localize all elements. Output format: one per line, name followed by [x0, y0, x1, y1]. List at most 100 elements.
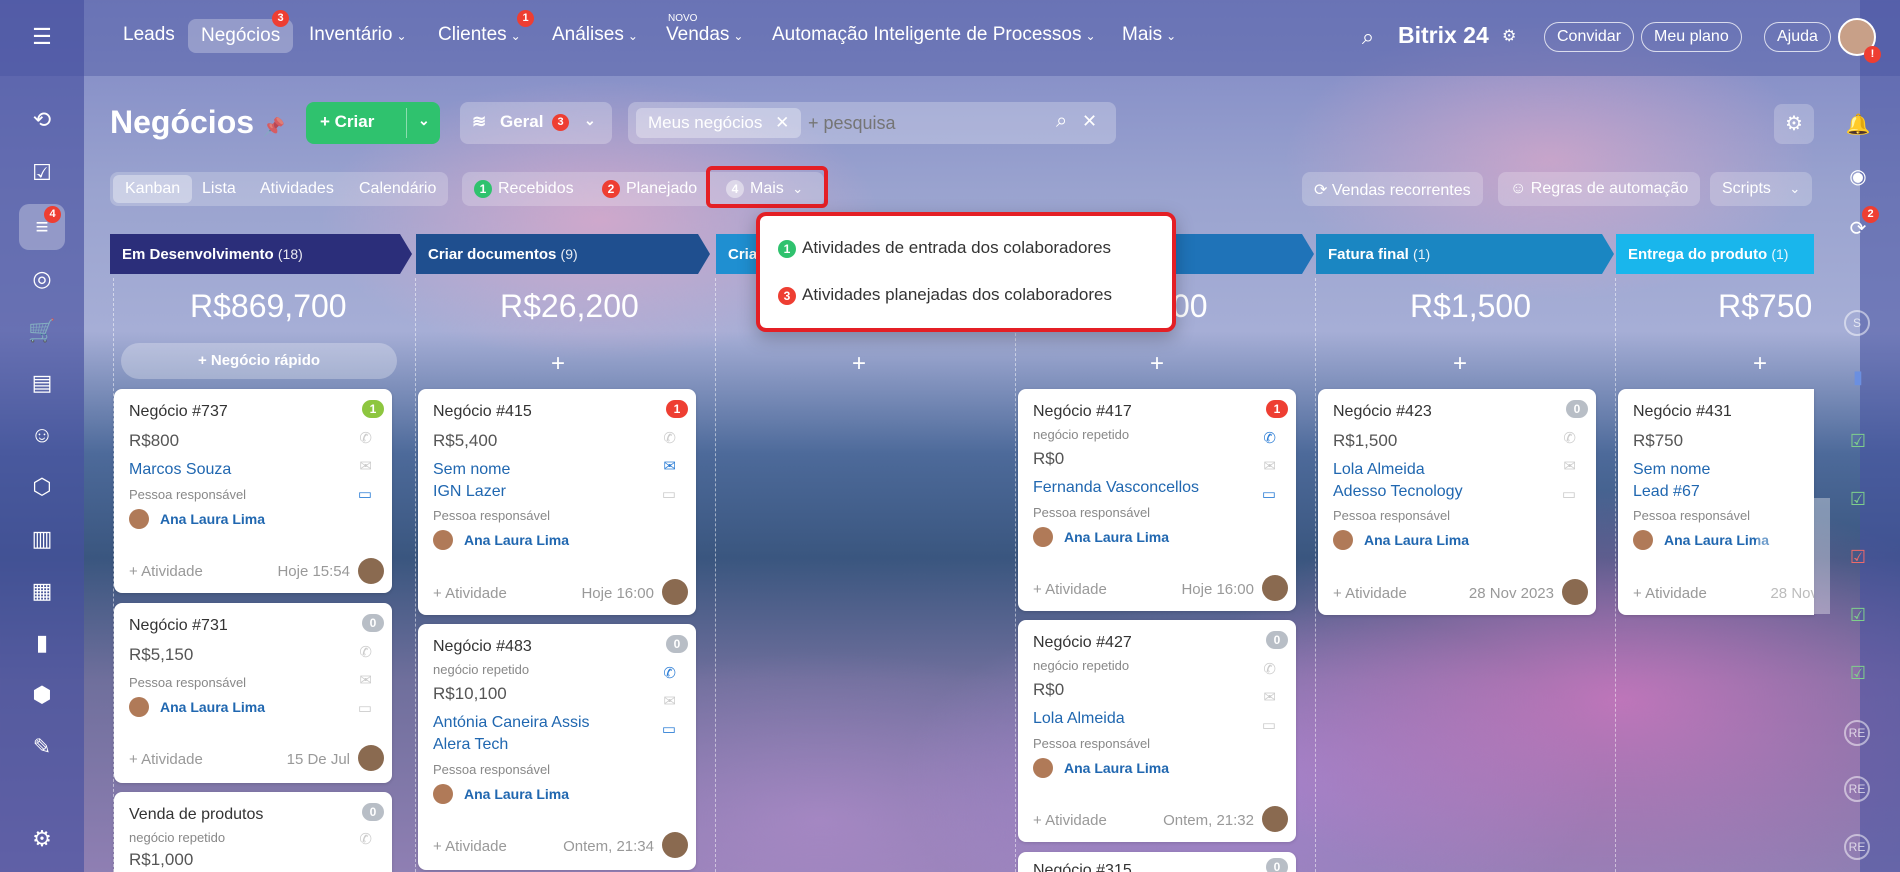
recurring-sales-button[interactable]: ⟳ Vendas recorrentes [1302, 172, 1483, 206]
add-deal-button[interactable]: + [852, 350, 866, 378]
deal-title[interactable]: Negócio #427 [1033, 634, 1132, 652]
contact-link[interactable]: Sem nome [433, 461, 510, 479]
nav-item-vendas[interactable]: Vendas ⌄ [666, 24, 743, 46]
column-header[interactable]: Fatura final (1) [1316, 234, 1614, 274]
nav-item-clientes[interactable]: Clientes ⌄ [438, 24, 521, 46]
company-link[interactable]: Alera Tech [433, 736, 508, 754]
deal-title[interactable]: Negócio #423 [1333, 403, 1432, 421]
avatar[interactable] [358, 745, 384, 771]
responsible-person[interactable]: Ana Laura Lima [1033, 758, 1169, 778]
target-icon[interactable]: ◎ [22, 264, 62, 294]
deal-card[interactable]: Negócio #417 1 negócio repetido R$0 Fern… [1018, 389, 1296, 611]
phone-icon[interactable]: ✆ [663, 429, 676, 447]
hexagon-icon[interactable]: ⬢ [22, 680, 62, 710]
avatar[interactable] [1262, 575, 1288, 601]
chat-icon[interactable]: ▭ [1262, 485, 1276, 503]
task-check-icon[interactable]: ☑ [1838, 426, 1878, 456]
nav-item-inventario[interactable]: Inventário ⌄ [309, 24, 407, 46]
settings-gear-button[interactable]: ⚙ [1774, 104, 1814, 144]
geral-button[interactable]: ≋ Geral 3 ⌄ [460, 102, 612, 144]
phone-icon[interactable]: ✆ [359, 429, 372, 447]
responsible-person[interactable]: Ana Laura Lima [433, 530, 569, 550]
bookmark-icon[interactable]: ▮ [1838, 362, 1878, 392]
spiral-icon[interactable]: ◉ [1838, 162, 1878, 192]
deal-title[interactable]: Venda de produtos [129, 806, 263, 824]
company-link[interactable]: Adesso Tecnology [1333, 483, 1463, 501]
nav-item-automacao[interactable]: Automação Inteligente de Processos ⌄ [772, 24, 1096, 46]
document-icon[interactable]: ✎ [22, 732, 62, 762]
right-avatar[interactable]: S [1844, 310, 1870, 336]
menu-icon[interactable]: ☰ [22, 22, 62, 52]
deal-card[interactable]: Venda de produtos 0 negócio repetido R$1… [114, 792, 392, 872]
mail-icon[interactable]: ✉ [359, 671, 372, 689]
scripts-button[interactable]: Scripts ⌄ [1710, 172, 1813, 206]
add-deal-button[interactable]: + [551, 350, 565, 378]
dropdown-item-incoming[interactable]: 1 Atividades de entrada dos colaboradores [778, 238, 1111, 258]
add-activity-link[interactable]: + Atividade [129, 751, 203, 768]
responsible-person[interactable]: Ana Laura Lima [433, 784, 569, 804]
tab-atividades[interactable]: Atividades [260, 180, 334, 198]
column-header[interactable]: Entrega do produto (1) [1616, 234, 1814, 274]
deal-title[interactable]: Negócio #483 [433, 638, 532, 656]
chat-icon[interactable]: ▭ [358, 699, 372, 717]
right-avatar[interactable]: RE [1844, 776, 1870, 802]
chevron-down-icon[interactable]: ⌄ [418, 112, 430, 129]
phone-icon[interactable]: ✆ [663, 664, 676, 682]
deal-card[interactable]: Negócio #483 0 negócio repetido R$10,100… [418, 624, 696, 870]
automation-rules-button[interactable]: ☺ Regras de automação [1498, 172, 1701, 206]
help-button[interactable]: Ajuda [1764, 22, 1831, 52]
chat-icon[interactable]: ▭ [358, 485, 372, 503]
add-activity-link[interactable]: + Atividade [1033, 581, 1107, 598]
search-icon[interactable]: ⌕ [1056, 110, 1067, 133]
chat-icon[interactable]: ▭ [662, 485, 676, 503]
column-header[interactable]: Criar documentos (9) [416, 234, 710, 274]
card-icon[interactable]: ▤ [22, 368, 62, 398]
task-check-icon[interactable]: ☑ [1838, 658, 1878, 688]
deal-title[interactable]: Negócio #431 [1633, 403, 1732, 421]
quick-deal-button[interactable]: + Negócio rápido [121, 343, 397, 379]
add-activity-link[interactable]: + Atividade [1633, 585, 1707, 602]
cart-icon[interactable]: 🛒 [22, 316, 62, 346]
avatar[interactable] [358, 558, 384, 584]
deal-card[interactable]: Negócio #423 0 R$1,500 Lola Almeida Ades… [1318, 389, 1596, 615]
contact-link[interactable]: Marcos Souza [129, 461, 231, 479]
counter-received[interactable]: 1 Recebidos [474, 180, 574, 198]
flow-icon[interactable]: ⟲ [22, 105, 62, 135]
task-check-icon[interactable]: ☑ [1838, 542, 1878, 572]
search-input[interactable] [808, 113, 1028, 134]
invite-button[interactable]: Convidar [1544, 22, 1635, 52]
phone-icon[interactable]: ✆ [359, 830, 372, 848]
avatar[interactable] [662, 832, 688, 858]
search-bar[interactable]: Meus negócios ✕ ⌕ ✕ [628, 102, 1116, 144]
right-avatar[interactable]: RE [1844, 720, 1870, 746]
nav-item-analises[interactable]: Análises ⌄ [552, 24, 638, 46]
close-icon[interactable]: ✕ [775, 113, 789, 132]
add-activity-link[interactable]: + Atividade [433, 585, 507, 602]
mail-icon[interactable]: ✉ [663, 692, 676, 710]
deal-card[interactable]: Negócio #731 0 R$5,150 Pessoa responsáve… [114, 603, 392, 783]
add-deal-button[interactable]: + [1150, 350, 1164, 378]
filter-chip[interactable]: Meus negócios ✕ [636, 108, 802, 138]
task-check-icon[interactable]: ☑ [1838, 484, 1878, 514]
contact-link[interactable]: Antónia Caneira Assis [433, 714, 590, 732]
right-avatar[interactable]: RE [1844, 834, 1870, 860]
deal-card[interactable]: Negócio #427 0 negócio repetido R$0 Lola… [1018, 620, 1296, 842]
mail-icon[interactable]: ✉ [359, 457, 372, 475]
search-icon[interactable]: ⌕ [1348, 22, 1388, 52]
responsible-person[interactable]: Ana Laura Lima [1333, 530, 1469, 550]
chart-icon[interactable]: ▮ [22, 628, 62, 658]
add-activity-link[interactable]: + Atividade [433, 838, 507, 855]
chat-icon[interactable]: ▭ [1562, 485, 1576, 503]
my-plan-button[interactable]: Meu plano [1641, 22, 1742, 52]
tab-lista[interactable]: Lista [202, 180, 236, 198]
dropdown-item-planned[interactable]: 3 Atividades planejadas dos colaboradores [778, 285, 1112, 305]
contact-link[interactable]: Lola Almeida [1333, 461, 1425, 479]
counter-planned[interactable]: 2 Planejado [602, 180, 697, 198]
phone-icon[interactable]: ✆ [1263, 660, 1276, 678]
column-header[interactable]: Em Desenvolvimento (18) [110, 234, 412, 274]
contact-link[interactable]: Fernanda Vasconcellos [1033, 479, 1199, 497]
company-link[interactable]: Lead #67 [1633, 483, 1700, 501]
responsible-person[interactable]: Ana Laura Lima [1033, 527, 1169, 547]
tab-kanban[interactable]: Kanban [113, 175, 193, 203]
nav-item-leads[interactable]: Leads [123, 24, 175, 46]
